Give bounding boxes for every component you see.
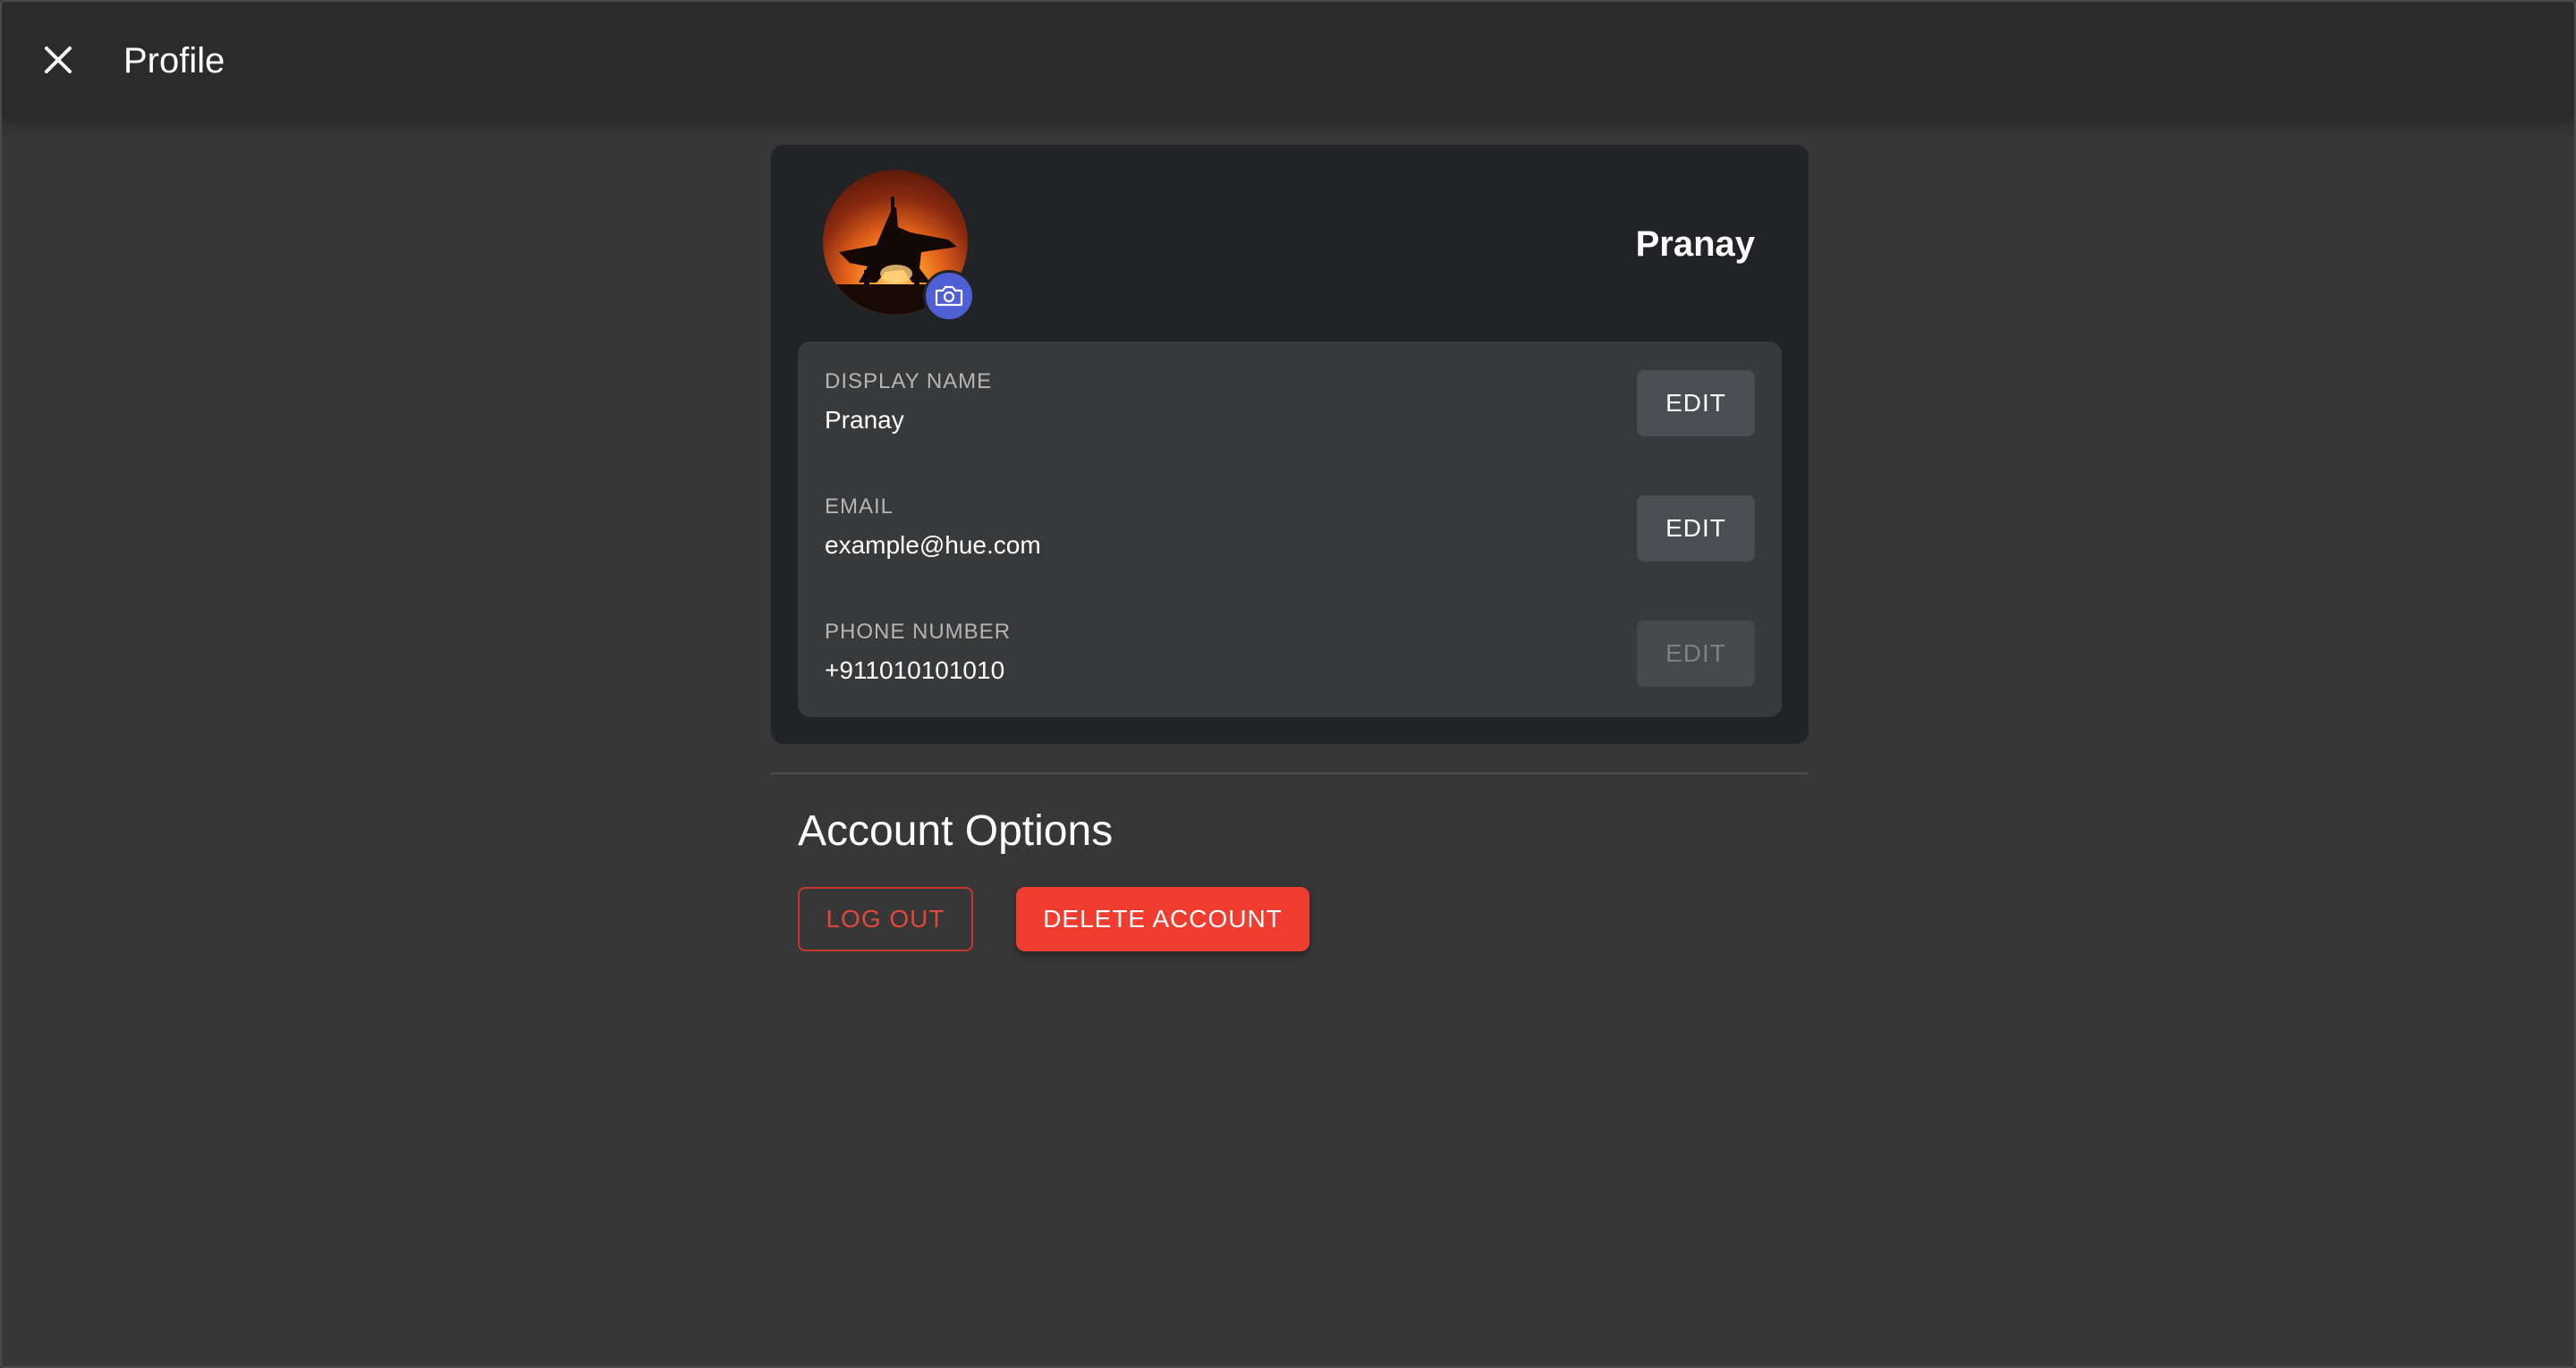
- field-display-name: DISPLAY NAME Pranay EDIT: [798, 342, 1782, 449]
- field-phone-number: PHONE NUMBER +911010101010 EDIT: [798, 592, 1782, 699]
- page-title: Profile: [123, 41, 225, 80]
- divider: [771, 773, 1809, 774]
- field-value: Pranay: [825, 406, 904, 434]
- profile-name: Pranay: [1635, 224, 1755, 264]
- profile-fields: DISPLAY NAME Pranay EDIT EMAIL example@h…: [798, 342, 1782, 717]
- close-icon[interactable]: [39, 41, 77, 79]
- field-label: PHONE NUMBER: [825, 620, 1012, 644]
- field-value: example@hue.com: [825, 531, 1041, 559]
- field-label: EMAIL: [825, 494, 894, 519]
- profile-card: Pranay DISPLAY NAME Pranay EDIT EMAIL ex…: [771, 145, 1809, 744]
- top-bar: Profile: [2, 2, 2574, 120]
- edit-display-name-button[interactable]: EDIT: [1637, 370, 1755, 436]
- delete-account-button[interactable]: DELETE ACCOUNT: [1016, 887, 1309, 951]
- logout-button[interactable]: LOG OUT: [798, 887, 973, 951]
- edit-email-button[interactable]: EDIT: [1637, 495, 1755, 562]
- field-value: +911010101010: [825, 656, 1005, 684]
- field-email: EMAIL example@hue.com EDIT: [798, 467, 1782, 574]
- field-label: DISPLAY NAME: [825, 369, 993, 393]
- account-options-title: Account Options: [798, 807, 1114, 855]
- profile-window: Profile Pranay DISPLAY NAME Pranay EDIT …: [0, 0, 2576, 1368]
- edit-phone-number-button: EDIT: [1637, 621, 1755, 687]
- camera-icon[interactable]: [923, 270, 975, 322]
